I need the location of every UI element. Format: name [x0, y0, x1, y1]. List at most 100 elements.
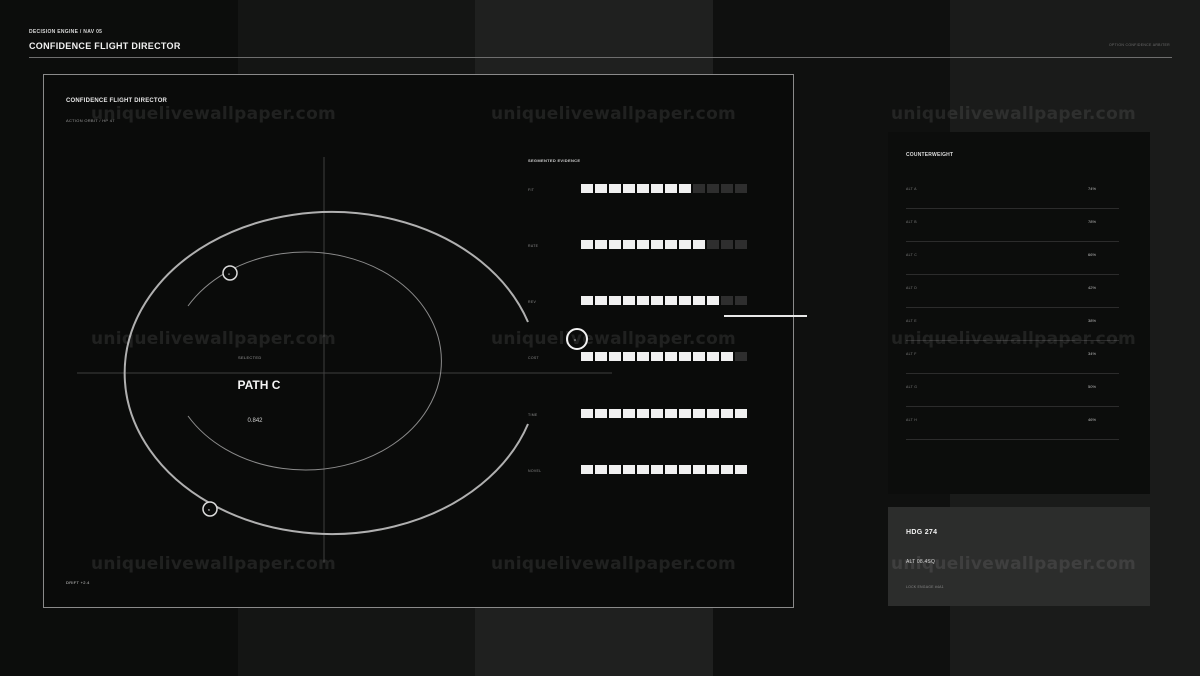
segment-filled — [707, 296, 719, 305]
segment-empty — [735, 352, 747, 361]
segment-filled — [595, 409, 607, 418]
evidence-meter — [581, 240, 747, 249]
segment-filled — [665, 465, 677, 474]
counterweight-value: 46% — [1088, 417, 1097, 422]
segment-empty — [721, 240, 733, 249]
evidence-meter — [581, 296, 747, 305]
segment-filled — [595, 465, 607, 474]
watermark: uniquelivewallpaper.com — [891, 329, 1137, 349]
segment-filled — [581, 240, 593, 249]
segment-filled — [623, 409, 635, 418]
segment-filled — [693, 352, 705, 361]
inner-orbit — [187, 251, 442, 471]
confidence-score: 0.842 — [247, 418, 263, 424]
segment-filled — [707, 465, 719, 474]
segment-filled — [665, 240, 677, 249]
watermark: uniquelivewallpaper.com — [891, 554, 1137, 574]
counterweight-label: ALT D — [906, 286, 918, 290]
evidence-meter — [581, 184, 747, 193]
segment-empty — [693, 184, 705, 193]
segment-empty — [707, 240, 719, 249]
watermark: uniquelivewallpaper.com — [91, 104, 337, 124]
segment-filled — [651, 409, 663, 418]
segment-filled — [637, 240, 649, 249]
counterweight-value: 74% — [1088, 186, 1097, 191]
segment-filled — [679, 240, 691, 249]
counterweight-label: ALT F — [906, 352, 917, 356]
drift-readout: DRIFT +2.4 — [66, 580, 90, 585]
evidence-meter — [581, 409, 747, 418]
segment-filled — [623, 184, 635, 193]
watermark: uniquelivewallpaper.com — [91, 554, 337, 574]
lock-status: LOCK ENGAGE #4A1 — [906, 585, 944, 589]
segment-filled — [581, 465, 593, 474]
evidence-label: RATE — [528, 244, 539, 248]
counterweight-label: ALT G — [906, 385, 918, 389]
segment-filled — [581, 296, 593, 305]
segment-filled — [651, 352, 663, 361]
segment-empty — [707, 184, 719, 193]
segment-filled — [581, 409, 593, 418]
segment-filled — [637, 296, 649, 305]
counterweight-value: 66% — [1088, 252, 1097, 257]
segment-filled — [721, 352, 733, 361]
segment-filled — [707, 409, 719, 418]
segment-filled — [651, 240, 663, 249]
segment-filled — [623, 352, 635, 361]
counterweight-row: ALT C 66% — [906, 241, 1119, 275]
counterweight-title: COUNTERWEIGHT — [906, 152, 954, 158]
marker-a-label: A — [228, 272, 230, 276]
segment-empty — [735, 296, 747, 305]
counterweight-label: ALT E — [906, 319, 917, 323]
segment-empty — [721, 296, 733, 305]
segment-filled — [595, 352, 607, 361]
segment-filled — [609, 240, 621, 249]
counterweight-label: ALT C — [906, 253, 918, 257]
watermark: uniquelivewallpaper.com — [891, 104, 1137, 124]
counterweight-value: 34% — [1088, 351, 1097, 356]
counterweight-value: 78% — [1088, 219, 1097, 224]
counterweight-row: ALT G 50% — [906, 373, 1119, 407]
segment-filled — [651, 296, 663, 305]
segment-filled — [679, 352, 691, 361]
segment-filled — [581, 184, 593, 193]
evidence-title: SEGMENTED EVIDENCE — [528, 158, 581, 163]
evidence-label: COST — [528, 356, 539, 360]
segment-filled — [735, 465, 747, 474]
marker-b-label: B — [208, 508, 210, 512]
segment-filled — [679, 465, 691, 474]
segment-filled — [679, 409, 691, 418]
segment-filled — [735, 409, 747, 418]
segment-filled — [609, 184, 621, 193]
segment-empty — [735, 184, 747, 193]
counterweight-row: ALT A 74% — [906, 175, 1119, 209]
counterweight-label: ALT H — [906, 418, 918, 422]
segment-filled — [581, 352, 593, 361]
segment-filled — [665, 352, 677, 361]
segment-filled — [609, 409, 621, 418]
watermark: uniquelivewallpaper.com — [491, 104, 737, 124]
segment-filled — [693, 296, 705, 305]
segment-filled — [609, 352, 621, 361]
segment-filled — [721, 465, 733, 474]
segment-filled — [637, 465, 649, 474]
marker-b[interactable]: B — [202, 501, 218, 517]
segment-filled — [637, 352, 649, 361]
counterweight-value: 42% — [1088, 285, 1097, 290]
segment-filled — [651, 184, 663, 193]
segment-filled — [693, 409, 705, 418]
counterweight-label: ALT A — [906, 187, 917, 191]
counterweight-label: ALT B — [906, 220, 917, 224]
segment-filled — [609, 465, 621, 474]
evidence-label: TIME — [528, 413, 538, 417]
selected-path-label: PATH C — [237, 378, 281, 392]
counterweight-row: ALT D 42% — [906, 274, 1119, 308]
watermark: uniquelivewallpaper.com — [491, 329, 737, 349]
watermark: uniquelivewallpaper.com — [91, 329, 337, 349]
counterweight-row: ALT H 46% — [906, 406, 1119, 440]
segment-filled — [665, 184, 677, 193]
marker-a[interactable]: A — [222, 265, 238, 281]
segment-filled — [707, 352, 719, 361]
segment-filled — [693, 465, 705, 474]
evidence-label: FIT — [528, 188, 535, 192]
